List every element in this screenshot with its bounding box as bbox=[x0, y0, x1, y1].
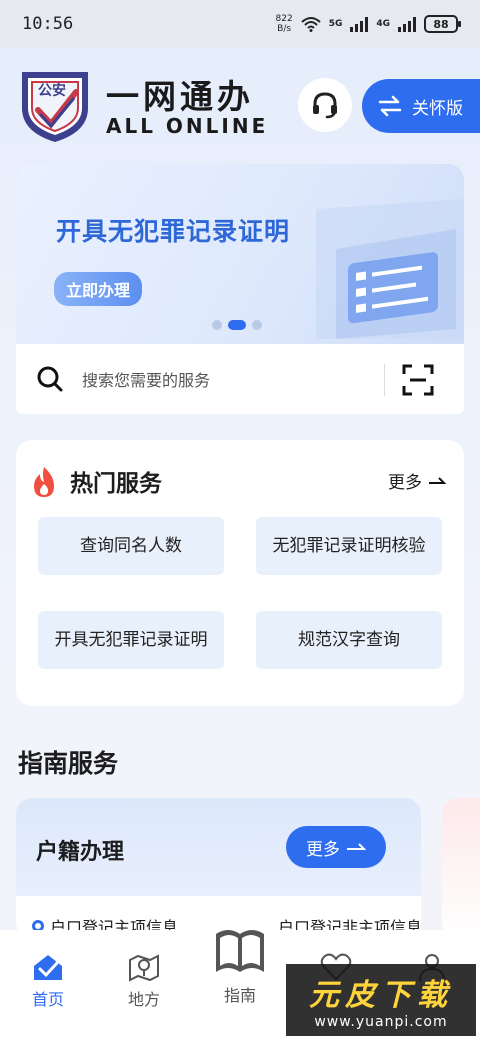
headset-icon bbox=[313, 92, 337, 119]
watermark-url: www.yuanpi.com bbox=[314, 1014, 448, 1030]
tab-local[interactable]: 地方 bbox=[96, 952, 192, 1010]
service-tile[interactable]: 规范汉字查询 bbox=[256, 611, 442, 669]
service-tile[interactable]: 查询同名人数 bbox=[38, 517, 224, 575]
book-icon bbox=[216, 930, 264, 972]
site-watermark: 元皮下载 www.yuanpi.com bbox=[286, 964, 476, 1036]
network-type-label: 5G bbox=[328, 19, 343, 29]
tab-home[interactable]: 首页 bbox=[0, 952, 96, 1010]
customer-service-button[interactable] bbox=[298, 78, 352, 132]
app-title: 一网通办 bbox=[106, 77, 254, 116]
promo-banner[interactable]: 开具无犯罪记录证明 立即办理 bbox=[16, 164, 464, 344]
document-illustration bbox=[316, 199, 464, 339]
divider bbox=[384, 364, 385, 396]
status-time: 10:56 bbox=[22, 14, 74, 34]
network-speed: 822 B/s bbox=[275, 14, 293, 34]
status-bar: 10:56 822 B/s 5G 4G 88 bbox=[0, 0, 480, 48]
service-tile[interactable]: 开具无犯罪记录证明 bbox=[38, 611, 224, 669]
banner-apply-button[interactable]: 立即办理 bbox=[54, 272, 143, 306]
scan-icon[interactable] bbox=[402, 364, 434, 396]
hot-services-more-button[interactable]: 更多 bbox=[388, 468, 446, 493]
guide-card-header: 户籍办理 更多 bbox=[16, 798, 421, 896]
hot-services-title: 热门服务 bbox=[70, 471, 162, 497]
guide-card-next[interactable] bbox=[442, 798, 480, 938]
guide-section-title: 指南服务 bbox=[18, 749, 119, 778]
guide-card-title: 户籍办理 bbox=[36, 840, 125, 865]
carousel-dot[interactable] bbox=[212, 320, 222, 330]
police-shield-logo: 公安 bbox=[18, 68, 92, 144]
carousel-dot[interactable] bbox=[252, 320, 262, 330]
tab-guide[interactable]: 指南 bbox=[192, 926, 288, 1006]
care-mode-label: 关怀版 bbox=[412, 98, 463, 119]
care-mode-button[interactable]: 关怀版 bbox=[362, 79, 480, 133]
wifi-icon bbox=[301, 17, 321, 32]
carousel-indicator bbox=[212, 320, 262, 330]
carousel-dot-active[interactable] bbox=[228, 320, 246, 330]
hot-services-card: 热门服务 更多 查询同名人数 无犯罪记录证明核验 开具无犯罪记录证明 规范汉字查… bbox=[16, 440, 464, 706]
fire-icon bbox=[34, 467, 54, 497]
search-icon bbox=[37, 366, 63, 392]
arrow-right-icon bbox=[347, 843, 366, 850]
search-bar[interactable]: 搜索您需要的服务 bbox=[16, 344, 464, 414]
service-tile[interactable]: 无犯罪记录证明核验 bbox=[256, 517, 442, 575]
home-icon bbox=[34, 955, 62, 980]
banner-title: 开具无犯罪记录证明 bbox=[56, 217, 291, 246]
swap-icon bbox=[378, 95, 402, 117]
status-indicators: 822 B/s 5G 4G 88 bbox=[275, 14, 461, 34]
logo-badge-text: 公安 bbox=[38, 83, 66, 99]
arrow-right-icon bbox=[429, 476, 446, 484]
map-pin-icon bbox=[129, 954, 159, 982]
search-input[interactable]: 搜索您需要的服务 bbox=[82, 367, 210, 391]
app-header: 公安 一网通办 ALL ONLINE 关怀版 bbox=[18, 66, 480, 146]
watermark-title: 元皮下载 bbox=[309, 978, 453, 1013]
signal-icon bbox=[350, 16, 369, 32]
network-type-label-2: 4G bbox=[376, 19, 390, 29]
guide-card-household[interactable]: 户籍办理 更多 户口登记主项信息 户口登记非主项信息 › bbox=[16, 798, 421, 938]
guide-more-button[interactable]: 更多 bbox=[286, 826, 386, 868]
battery-icon: 88 bbox=[424, 15, 461, 33]
app-subtitle: ALL ONLINE bbox=[106, 114, 269, 138]
signal-icon-2 bbox=[398, 16, 416, 32]
